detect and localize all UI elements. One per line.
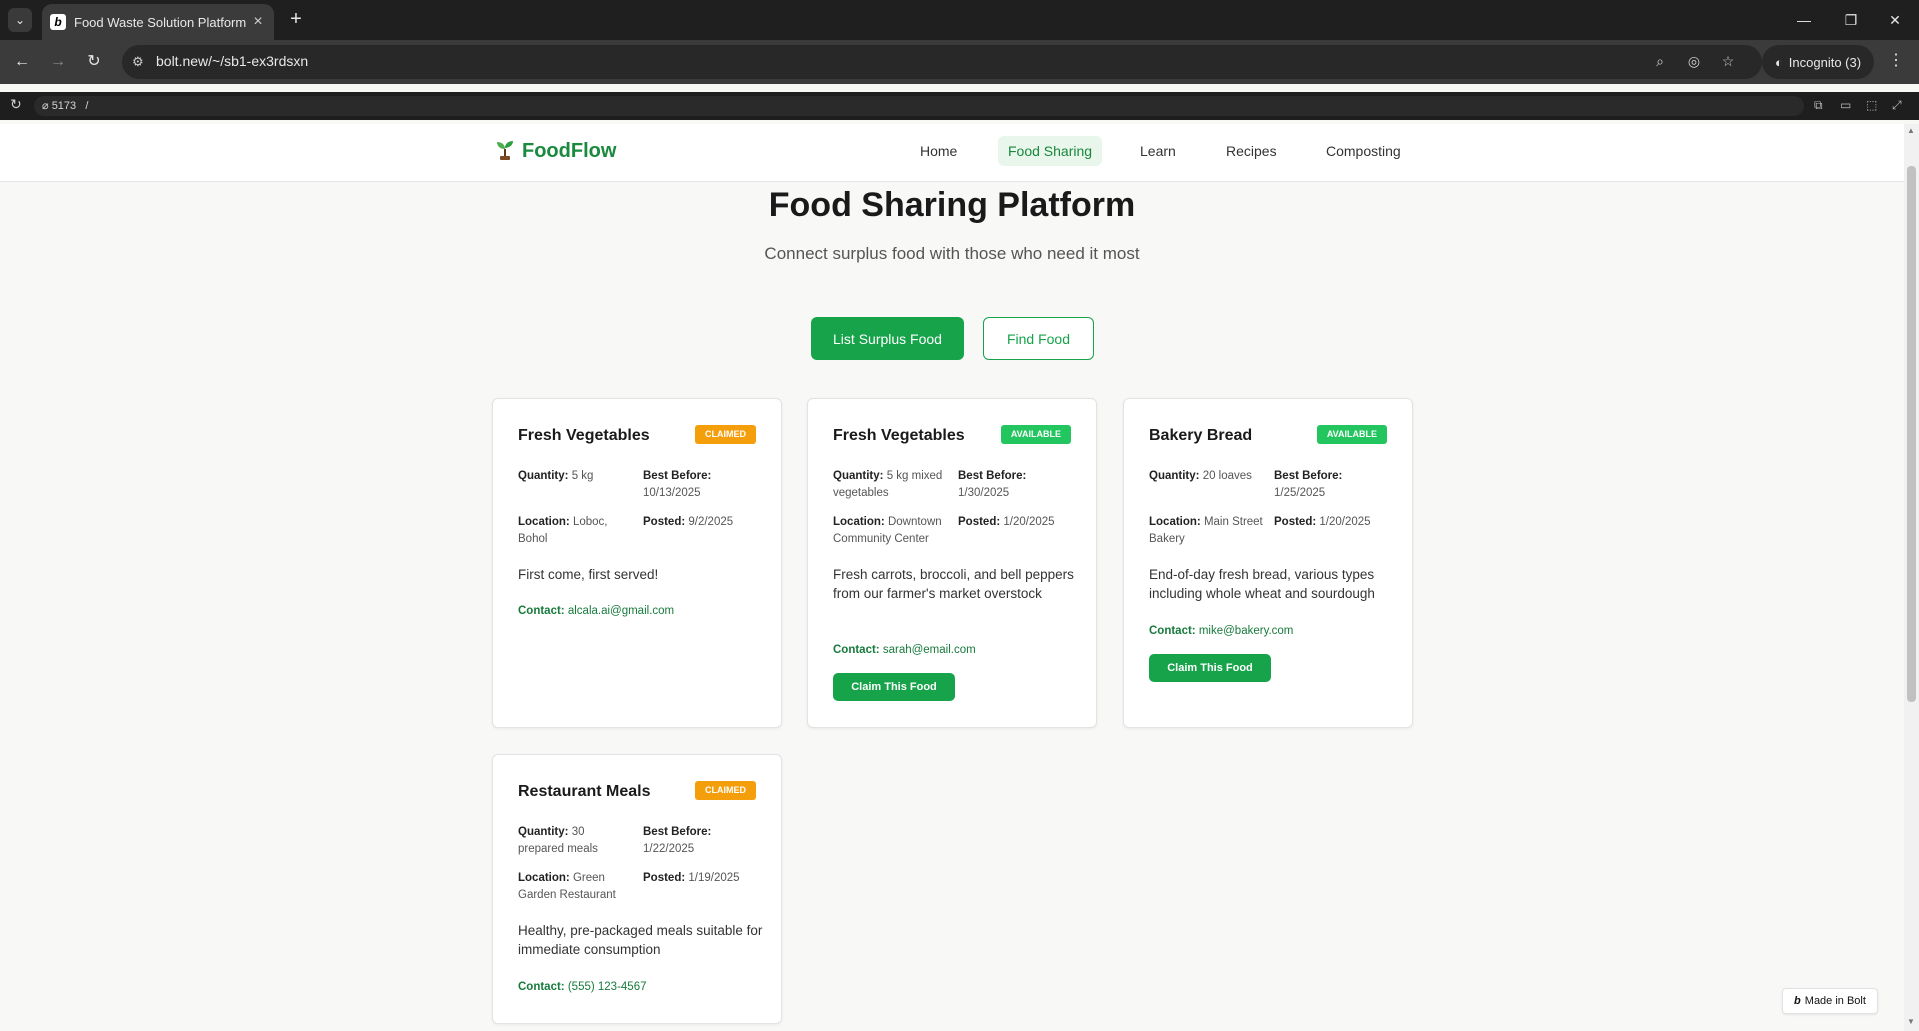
card-description: End-of-day fresh bread, various types in… bbox=[1149, 567, 1375, 601]
posted-info: Posted: 1/20/2025 bbox=[958, 516, 1055, 528]
contact-info: Contact: (555) 123-4567 bbox=[518, 981, 647, 993]
contact-link[interactable]: (555) 123-4567 bbox=[568, 981, 647, 993]
made-in-bolt-label: Made in Bolt bbox=[1804, 995, 1866, 1007]
scroll-down-icon[interactable]: ▼ bbox=[1907, 1017, 1915, 1026]
incognito-indicator[interactable]: ◐ Incognito (3) bbox=[1762, 45, 1874, 79]
incognito-icon: ◐ bbox=[1774, 54, 1783, 70]
app-logo[interactable]: FoodFlow bbox=[522, 140, 616, 163]
bolt-logo-icon: b bbox=[1794, 995, 1801, 1007]
nav-food-sharing[interactable]: Food Sharing bbox=[998, 136, 1103, 166]
posted-info: Posted: 1/20/2025 bbox=[1274, 516, 1371, 528]
card-description: Healthy, pre-packaged meals suitable for… bbox=[518, 923, 763, 957]
reload-icon[interactable]: ↻ bbox=[82, 50, 106, 74]
app-navbar: FoodFlow Home Food Sharing Learn Recipes… bbox=[0, 124, 1904, 182]
nav-learn[interactable]: Learn bbox=[1130, 136, 1186, 166]
port-icon: ⌀ bbox=[42, 100, 52, 112]
preview-path: / bbox=[85, 100, 89, 112]
nav-home[interactable]: Home bbox=[910, 136, 967, 166]
tab-title: Food Waste Solution Platform bbox=[74, 15, 247, 30]
browser-menu-icon[interactable]: ⋮ bbox=[1888, 50, 1904, 70]
browser-tab[interactable]: b Food Waste Solution Platform × bbox=[42, 4, 274, 40]
card-description: First come, first served! bbox=[518, 567, 659, 582]
location-info: Location: Downtown Community Center bbox=[833, 516, 942, 545]
best-before-info: Best Before: 10/13/2025 bbox=[643, 470, 712, 499]
nav-composting[interactable]: Composting bbox=[1316, 136, 1411, 166]
quantity-info: Quantity: 5 kg bbox=[518, 470, 594, 482]
location-info: Location: Green Garden Restaurant bbox=[518, 872, 616, 901]
nav-recipes[interactable]: Recipes bbox=[1216, 136, 1287, 166]
address-bar[interactable]: ⚙ bolt.new/~/sb1-ex3rdsxn ⌕ ◎ ☆ bbox=[122, 45, 1762, 79]
zoom-icon[interactable]: ⌕ bbox=[1650, 53, 1670, 71]
browser-toolbar: ← → ↻ ⚙ bolt.new/~/sb1-ex3rdsxn ⌕ ◎ ☆ ◐ … bbox=[0, 40, 1919, 84]
contact-info: Contact: mike@bakery.com bbox=[1149, 625, 1294, 637]
scroll-up-icon[interactable]: ▲ bbox=[1907, 126, 1915, 135]
location-info: Location: Loboc, Bohol bbox=[518, 516, 608, 545]
food-card: Bakery Bread AVAILABLE Quantity: 20 loav… bbox=[1123, 398, 1413, 728]
tab-search-icon[interactable]: ⌄ bbox=[8, 8, 32, 32]
best-before-info: Best Before: 1/22/2025 bbox=[643, 826, 712, 855]
contact-info: Contact: alcala.ai@gmail.com bbox=[518, 605, 675, 617]
location-info: Location: Main Street Bakery bbox=[1149, 516, 1263, 545]
url-text: bolt.new/~/sb1-ex3rdsxn bbox=[156, 53, 309, 69]
food-card: Fresh Vegetables AVAILABLE Quantity: 5 k… bbox=[807, 398, 1097, 728]
made-in-bolt-badge[interactable]: b Made in Bolt bbox=[1782, 988, 1878, 1014]
status-badge: AVAILABLE bbox=[1316, 425, 1387, 444]
contact-link[interactable]: mike@bakery.com bbox=[1199, 625, 1294, 637]
fullscreen-icon[interactable]: ⤢ bbox=[1892, 98, 1902, 113]
food-card: Restaurant Meals CLAIMED Quantity: 30 pr… bbox=[492, 754, 782, 1024]
contact-link[interactable]: alcala.ai@gmail.com bbox=[568, 605, 674, 617]
sprout-icon bbox=[497, 141, 513, 160]
status-badge: AVAILABLE bbox=[1000, 425, 1071, 444]
status-badge: CLAIMED bbox=[695, 425, 756, 444]
status-badge: CLAIMED bbox=[695, 781, 756, 800]
open-external-icon[interactable]: ⧉ bbox=[1814, 98, 1823, 113]
claim-food-button[interactable]: Claim This Food bbox=[1149, 654, 1271, 682]
preview-bar: ↻ ⌀ 5173 / ⧉ ▭ ⬚ ⤢ bbox=[0, 92, 1919, 120]
preview-port: 5173 bbox=[51, 100, 77, 112]
browser-tab-bar: ⌄ b Food Waste Solution Platform × + — ❐… bbox=[0, 0, 1919, 40]
back-icon[interactable]: ← bbox=[10, 50, 34, 74]
restore-icon[interactable]: ❐ bbox=[1836, 8, 1866, 32]
bookmark-star-icon[interactable]: ☆ bbox=[1718, 53, 1738, 71]
close-tab-icon[interactable]: × bbox=[248, 12, 268, 32]
food-card: Fresh Vegetables CLAIMED Quantity: 5 kg … bbox=[492, 398, 782, 728]
forward-icon[interactable]: → bbox=[46, 50, 70, 74]
card-description: Fresh carrots, broccoli, and bell pepper… bbox=[833, 567, 1074, 601]
contact-info: Contact: sarah@email.com bbox=[833, 644, 976, 656]
card-title: Fresh Vegetables bbox=[518, 427, 650, 444]
page-subtitle: Connect surplus food with those who need… bbox=[764, 244, 1140, 263]
scrollbar-thumb[interactable] bbox=[1907, 166, 1916, 702]
bolt-favicon-icon: b bbox=[50, 14, 66, 30]
quantity-info: Quantity: 20 loaves bbox=[1149, 470, 1252, 482]
incognito-label: Incognito (3) bbox=[1788, 54, 1862, 70]
find-food-button[interactable]: Find Food bbox=[983, 317, 1094, 360]
quantity-info: Quantity: 5 kg mixed vegetables bbox=[833, 470, 943, 499]
page-title: Food Sharing Platform bbox=[768, 186, 1136, 224]
best-before-info: Best Before: 1/30/2025 bbox=[958, 470, 1027, 499]
list-surplus-food-button[interactable]: List Surplus Food bbox=[811, 317, 964, 360]
posted-info: Posted: 1/19/2025 bbox=[643, 872, 740, 884]
posted-info: Posted: 9/2/2025 bbox=[643, 516, 734, 528]
select-element-icon[interactable]: ⬚ bbox=[1866, 98, 1877, 112]
contact-link[interactable]: sarah@email.com bbox=[883, 644, 976, 656]
best-before-info: Best Before: 1/25/2025 bbox=[1274, 470, 1343, 499]
minimize-icon[interactable]: — bbox=[1789, 8, 1819, 32]
new-tab-icon[interactable]: + bbox=[284, 8, 308, 32]
device-icon[interactable]: ▭ bbox=[1840, 98, 1851, 112]
quantity-info: Quantity: 30 prepared meals bbox=[518, 826, 598, 855]
eye-off-icon[interactable]: ◎ bbox=[1684, 53, 1704, 71]
page-scrollbar[interactable]: ▲ ▼ bbox=[1904, 124, 1919, 1031]
card-title: Fresh Vegetables bbox=[833, 427, 965, 444]
card-title: Bakery Bread bbox=[1149, 427, 1253, 444]
site-info-icon[interactable]: ⚙ bbox=[132, 54, 144, 70]
card-title: Restaurant Meals bbox=[518, 783, 651, 800]
preview-path-input[interactable]: ⌀ 5173 / bbox=[34, 96, 1804, 116]
preview-reload-icon[interactable]: ↻ bbox=[10, 96, 22, 113]
claim-food-button[interactable]: Claim This Food bbox=[833, 673, 955, 701]
close-window-icon[interactable]: ✕ bbox=[1880, 8, 1910, 32]
